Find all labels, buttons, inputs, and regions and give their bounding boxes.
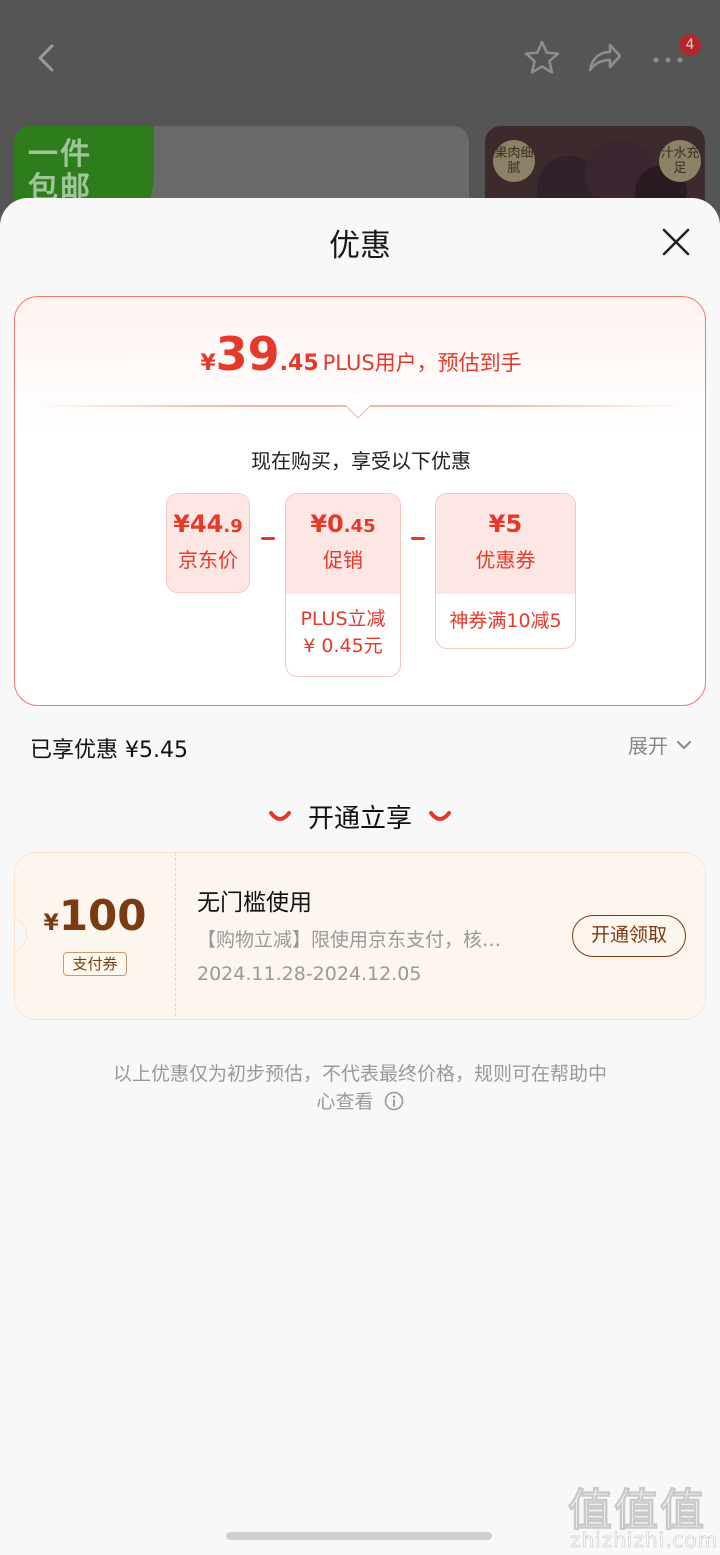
coupon-amount: ¥100 [15, 891, 175, 940]
sheet-title: 优惠 [329, 228, 391, 264]
estimated-price-currency: ¥ [200, 351, 216, 376]
jd-price-tile-header: ¥44.9 京东价 [167, 494, 249, 592]
jd-price-main: ¥44 [173, 510, 224, 538]
free-shipping-text: 一件包邮 [28, 137, 92, 206]
payment-coupon-card: ¥100 支付券 无门槛使用 【购物立减】限使用京东支付，核… 2024.11.… [14, 852, 706, 1020]
coupon-description: 【购物立减】限使用京东支付，核… [197, 929, 502, 951]
coupon-value: ¥5 [436, 494, 575, 544]
favorite-star-icon[interactable] [522, 38, 562, 78]
promotion-main: ¥0 [310, 510, 344, 538]
coupon-main: ¥5 [488, 510, 523, 538]
disclaimer-line-end: 心查看 [316, 1091, 374, 1113]
coupon-validity: 2024.11.28-2024.12.05 [197, 963, 422, 985]
promotion-tile: ¥0.45 促销 PLUS立减 ¥ 0.45元 [285, 493, 401, 677]
open-section-header: 开通立享 [0, 798, 720, 838]
smile-decoration-icon [268, 810, 291, 821]
coupon-amount-value: 100 [58, 891, 147, 940]
promotion-detail-line: ¥ 0.45元 [303, 635, 383, 657]
jd-price-name: 京东价 [178, 548, 238, 572]
background-top-bar: 4 [0, 0, 720, 120]
promotion-detail-line: PLUS立减 [300, 608, 386, 630]
disclaimer: 以上优惠仅为初步预估，不代表最终价格，规则可在帮助中 心查看 [80, 1060, 640, 1116]
watermark-url: zhizhizhi.com [570, 1528, 719, 1553]
promotion-small: .45 [343, 516, 376, 537]
coupon-type-tag: 支付券 [63, 952, 127, 976]
smile-decoration-icon [429, 810, 452, 821]
close-icon[interactable] [656, 222, 696, 262]
price-breakdown-card: ¥39.45 PLUS用户，预估到手 现在购买，享受以下优惠 ¥44.9 京东价 … [14, 296, 706, 706]
divider-notch [345, 393, 371, 419]
chevron-down-icon[interactable] [676, 738, 692, 752]
coupon-detail-line: 神券满10减5 [449, 610, 562, 632]
back-arrow-icon[interactable] [28, 38, 68, 78]
promotion-value: ¥0.45 [286, 494, 400, 544]
open-section-title: 开通立享 [307, 804, 412, 834]
coupon-separator [175, 853, 176, 1019]
coupon-tile: ¥5 优惠券 神券满10减5 [435, 493, 576, 649]
jd-price-tile: ¥44.9 京东价 [166, 493, 250, 593]
promotion-detail: PLUS立减 ¥ 0.45元 [286, 594, 400, 660]
coupon-tile-header: ¥5 优惠券 [436, 494, 575, 594]
coupon-detail: 神券满10减5 [436, 594, 575, 635]
estimated-price: ¥39.45 PLUS用户，预估到手 [15, 327, 707, 381]
disclaimer-line: 以上优惠仅为初步预估，不代表最终价格，规则可在帮助中 [112, 1063, 607, 1085]
now-buy-text: 现在购买，享受以下优惠 [251, 449, 471, 473]
coupon-title: 无门槛使用 [197, 890, 312, 916]
promotion-tile-header: ¥0.45 促销 [286, 494, 400, 594]
notification-badge: 4 [679, 34, 701, 56]
home-indicator[interactable] [226, 1532, 492, 1540]
fruit-tag-right: 汁水充足 [659, 140, 701, 182]
share-icon[interactable] [584, 38, 624, 78]
estimated-price-label: PLUS用户，预估到手 [322, 351, 522, 375]
minus-sign [411, 537, 425, 540]
estimated-price-integer: 39 [215, 327, 280, 381]
promotion-name: 促销 [323, 548, 363, 572]
coupon-name: 优惠券 [475, 548, 536, 572]
open-and-claim-button[interactable]: 开通领取 [572, 915, 686, 957]
estimated-price-decimal: .45 [279, 351, 319, 376]
minus-sign [261, 537, 275, 540]
expand-button[interactable]: 展开 [628, 730, 668, 759]
discount-sheet: 优惠 ¥39.45 PLUS用户，预估到手 现在购买，享受以下优惠 ¥44.9 京… [0, 198, 720, 1555]
info-icon[interactable] [384, 1091, 404, 1111]
enjoyed-discount-total: 已享优惠 ¥5.45 [30, 738, 188, 763]
jd-price-value: ¥44.9 [167, 494, 249, 544]
disclaimer-line-2: 心查看 [80, 1088, 640, 1116]
fruit-tag-left: 果肉细腻 [493, 140, 535, 182]
coupon-amount-currency: ¥ [43, 911, 59, 936]
jd-price-small: .9 [223, 516, 243, 537]
